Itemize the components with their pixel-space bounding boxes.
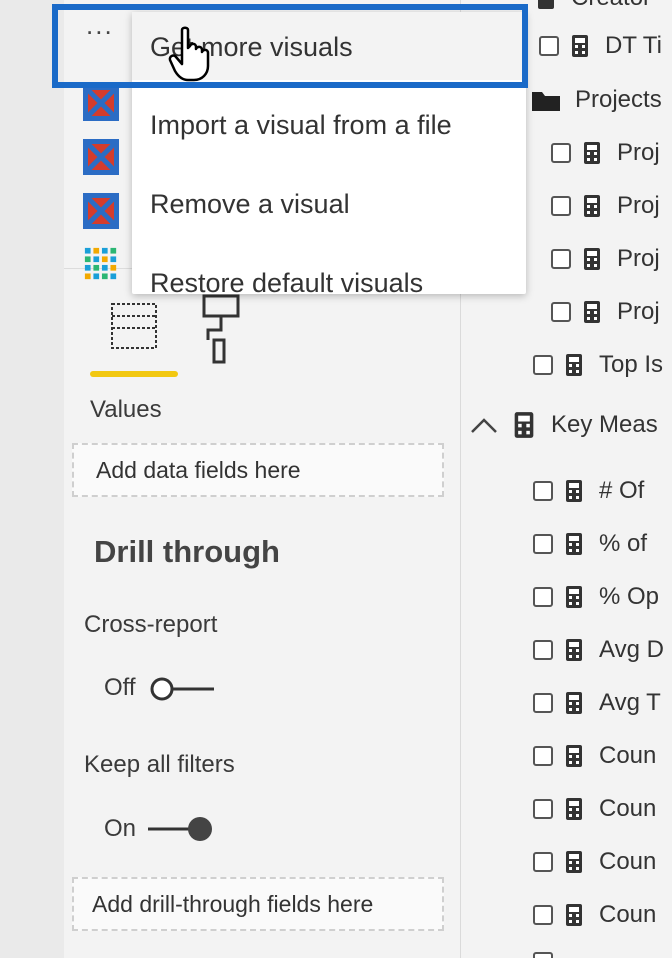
cross-report-label: Cross-report — [84, 611, 218, 638]
field-row[interactable]: Avg T — [533, 683, 661, 723]
field-row[interactable]: Creator — [537, 0, 651, 18]
field-checkbox[interactable] — [533, 905, 553, 925]
values-dropzone[interactable]: Add data fields here — [72, 443, 444, 497]
hand-cursor-icon — [168, 26, 210, 82]
drill-through-heading: Drill through — [94, 534, 280, 569]
calculator-icon — [566, 745, 582, 767]
field-row[interactable]: Coun — [533, 842, 656, 882]
field-label: Proj — [617, 298, 660, 325]
calculator-icon — [566, 533, 582, 555]
field-checkbox[interactable] — [533, 534, 553, 554]
custom-visual-icon[interactable] — [82, 84, 120, 122]
field-label: Proj — [617, 139, 660, 166]
field-row[interactable]: % of — [533, 524, 647, 564]
cross-report-state: Off — [104, 674, 136, 701]
field-row[interactable]: Avg D — [533, 630, 664, 670]
field-checkbox — [533, 952, 553, 958]
field-row[interactable]: DT Ti — [539, 26, 662, 66]
table-row-key-measures[interactable]: Key Meas — [469, 405, 658, 445]
field-checkbox[interactable] — [533, 640, 553, 660]
calculator-icon — [584, 142, 600, 164]
field-row[interactable]: Coun — [533, 895, 656, 935]
field-label: Coun — [599, 742, 657, 769]
field-row[interactable]: Proj — [551, 186, 660, 226]
measure-table-icon — [514, 412, 534, 438]
field-row[interactable]: Proj — [551, 292, 660, 332]
field-label: Coun — [599, 795, 657, 822]
field-label: Coun — [599, 848, 657, 875]
active-tab-indicator — [90, 371, 178, 377]
field-label: Projects — [575, 86, 662, 113]
calculator-icon — [566, 798, 582, 820]
drill-through-dropzone[interactable]: Add drill-through fields here — [72, 877, 444, 931]
field-checkbox[interactable] — [533, 355, 553, 375]
field-label: Proj — [617, 192, 660, 219]
field-checkbox[interactable] — [539, 36, 559, 56]
field-label: Avg T — [599, 689, 661, 716]
calculator-icon — [566, 692, 582, 714]
field-checkbox[interactable] — [533, 746, 553, 766]
calculator-icon — [566, 586, 582, 608]
field-label: Avg D — [599, 636, 664, 663]
field-row[interactable]: Proj — [551, 133, 660, 173]
chevron-up-icon[interactable] — [469, 415, 499, 435]
field-row[interactable]: Proj — [551, 239, 660, 279]
field-label: Proj — [617, 245, 660, 272]
field-label: Key Meas — [551, 411, 658, 438]
field-row[interactable]: % Op — [533, 577, 659, 617]
field-row[interactable]: Coun — [533, 789, 656, 829]
calculator-icon — [584, 248, 600, 270]
fields-tab-icon[interactable] — [110, 290, 158, 356]
field-row[interactable]: Coun — [533, 736, 656, 776]
folder-icon — [532, 92, 560, 111]
field-checkbox[interactable] — [551, 302, 571, 322]
field-label: % Op — [599, 583, 660, 610]
left-strip — [0, 0, 65, 958]
field-checkbox[interactable] — [551, 249, 571, 269]
field-label: Creator — [571, 0, 651, 12]
field-checkbox[interactable] — [533, 587, 553, 607]
menu-item-remove-visual[interactable]: Remove a visual — [150, 189, 350, 220]
calculator-icon — [584, 195, 600, 217]
field-checkbox[interactable] — [533, 852, 553, 872]
field-checkbox[interactable] — [533, 693, 553, 713]
values-label: Values — [90, 396, 162, 423]
calculator-icon — [566, 480, 582, 502]
field-checkbox[interactable] — [551, 196, 571, 216]
format-paint-roller-icon[interactable] — [198, 290, 242, 364]
field-label: # Of — [599, 477, 645, 504]
calculator-icon — [572, 35, 588, 57]
field-row-partial — [533, 942, 565, 958]
calculator-icon — [566, 639, 582, 661]
field-checkbox[interactable] — [551, 143, 571, 163]
grid-visual-icon[interactable] — [82, 246, 120, 282]
field-label: Top Is — [599, 351, 664, 378]
calculator-icon — [584, 301, 600, 323]
menu-item-import-visual[interactable]: Import a visual from a file — [150, 110, 452, 141]
field-checkbox[interactable] — [533, 799, 553, 819]
calculator-icon — [566, 904, 582, 926]
keep-all-filters-label: Keep all filters — [84, 751, 235, 778]
field-row[interactable]: # Of — [533, 471, 644, 511]
calculator-icon — [538, 0, 554, 9]
keep-all-filters-state: On — [104, 815, 137, 842]
field-label: Coun — [599, 901, 657, 928]
calculator-icon — [566, 851, 582, 873]
calculator-icon — [566, 354, 582, 376]
custom-visual-icon[interactable] — [82, 138, 120, 176]
cross-report-toggle[interactable] — [150, 677, 214, 701]
field-row[interactable]: Projects — [531, 80, 662, 120]
field-row[interactable]: Top Is — [533, 345, 663, 385]
field-label: DT Ti — [605, 32, 662, 59]
highlight-box — [52, 4, 528, 88]
custom-visual-icon[interactable] — [82, 192, 120, 230]
field-checkbox[interactable] — [533, 481, 553, 501]
keep-all-filters-toggle[interactable] — [148, 815, 216, 843]
menu-item-restore-default-visuals[interactable]: Restore default visuals — [150, 268, 423, 299]
field-label: % of — [599, 530, 648, 557]
